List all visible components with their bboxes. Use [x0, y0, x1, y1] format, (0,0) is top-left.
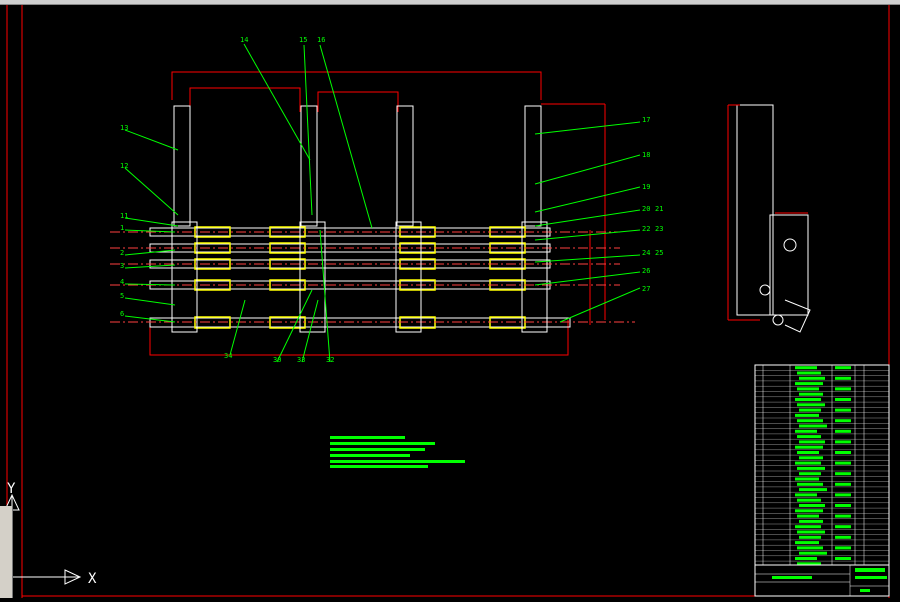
ucs-axis-icon — [4, 493, 82, 585]
callout-11: 11 — [120, 212, 128, 220]
callout-6: 6 — [120, 310, 124, 318]
callout-15: 15 — [299, 36, 307, 44]
callout-33: 33 — [297, 356, 305, 364]
callout-30: 30 — [273, 356, 281, 364]
parts-list-table[interactable] — [754, 364, 890, 566]
callout-25: 25 — [655, 249, 663, 257]
callout-23: 23 — [655, 225, 663, 233]
callout-12: 12 — [120, 162, 128, 170]
drawing-frame — [6, 4, 890, 598]
callout-14: 14 — [240, 36, 248, 44]
technical-notes — [330, 436, 465, 468]
callout-18: 18 — [642, 151, 650, 159]
callout-26: 26 — [642, 267, 650, 275]
callout-32: 32 — [326, 356, 334, 364]
callout-22: 22 — [642, 225, 650, 233]
callout-34: 34 — [224, 352, 232, 360]
callout-27: 27 — [642, 285, 650, 293]
drawing-canvas[interactable]: 14 15 16 13 12 11 1 2 3 4 5 6 17 18 19 2… — [0, 0, 900, 598]
callout-16: 16 — [317, 36, 325, 44]
top-toolbar-strip — [0, 0, 900, 5]
main-assembly-view[interactable]: 14 15 16 13 12 11 1 2 3 4 5 6 17 18 19 2… — [110, 36, 663, 364]
callout-17: 17 — [642, 116, 650, 124]
toolbar-tray-icon[interactable] — [0, 506, 13, 598]
callout-21: 21 — [655, 205, 663, 213]
callout-2: 2 — [120, 249, 124, 257]
callout-19: 19 — [642, 183, 650, 191]
callout-1: 1 — [120, 224, 124, 232]
side-view[interactable] — [727, 104, 811, 333]
rod-rows — [110, 221, 635, 333]
title-block[interactable] — [754, 564, 890, 597]
drawing-svg[interactable]: 14 15 16 13 12 11 1 2 3 4 5 6 17 18 19 2… — [0, 0, 900, 598]
callout-5: 5 — [120, 292, 124, 300]
callout-20: 20 — [642, 205, 650, 213]
callout-3: 3 — [120, 262, 124, 270]
ucs-x-label: X — [88, 571, 97, 587]
callout-13: 13 — [120, 124, 128, 132]
callout-24: 24 — [642, 249, 650, 257]
callout-4: 4 — [120, 278, 124, 286]
ucs-y-label: Y — [7, 481, 16, 497]
